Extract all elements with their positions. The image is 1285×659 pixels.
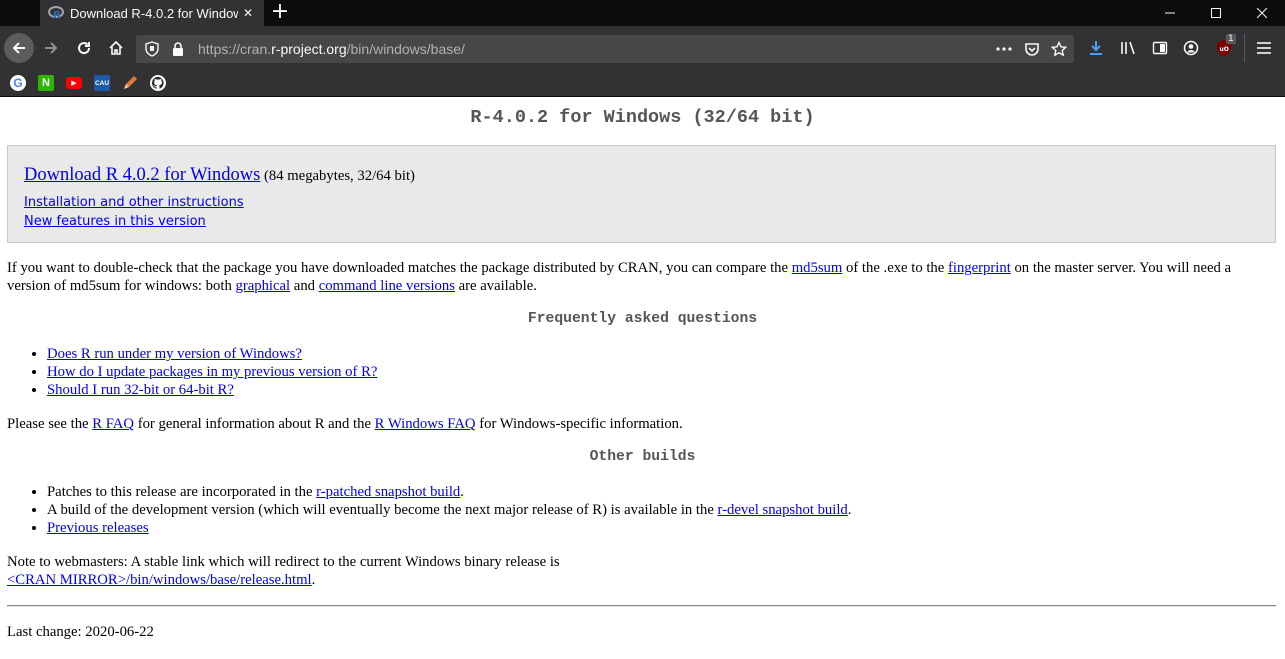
- forward-button[interactable]: [36, 33, 66, 63]
- hamburger-menu-icon[interactable]: [1254, 38, 1274, 58]
- release-html-link[interactable]: <CRAN MIRROR>/bin/windows/base/release.h…: [7, 572, 312, 588]
- library-icon[interactable]: [1118, 38, 1138, 58]
- close-window-icon[interactable]: [1239, 0, 1285, 26]
- download-r-link[interactable]: Download R 4.0.2 for Windows: [24, 165, 260, 185]
- close-tab-icon[interactable]: ✕: [240, 5, 256, 21]
- bookmark-star-icon[interactable]: [1049, 39, 1069, 59]
- url-bar[interactable]: https://cran.r-project.org/bin/windows/b…: [136, 35, 1074, 63]
- download-size-note: (84 megabytes, 32/64 bit): [260, 168, 415, 184]
- tab-bar: R Download R-4.0.2 for Windows ✕ +: [0, 0, 1285, 26]
- toolbar-separator: [1244, 34, 1245, 62]
- google-bookmark-label: G: [13, 76, 23, 90]
- svg-text:R: R: [53, 10, 61, 21]
- r-faq-link[interactable]: R FAQ: [92, 416, 134, 432]
- downloads-icon[interactable]: [1086, 38, 1106, 58]
- list-item: Does R run under my version of Windows?: [47, 345, 377, 363]
- navigation-toolbar: https://cran.r-project.org/bin/windows/b…: [0, 26, 1285, 70]
- horizontal-rule: [7, 605, 1276, 607]
- graphical-link[interactable]: graphical: [235, 278, 290, 294]
- r-logo-icon: R: [48, 5, 64, 21]
- md5-text-1: If you want to double-check that the pac…: [7, 260, 792, 276]
- tab-active[interactable]: R Download R-4.0.2 for Windows ✕: [40, 0, 264, 26]
- tab-title: Download R-4.0.2 for Windows: [70, 5, 238, 21]
- webmasters-text: Note to webmasters: A stable link which …: [7, 554, 560, 570]
- md5-text-2: of the .exe to the: [842, 260, 948, 276]
- minimize-icon[interactable]: [1147, 0, 1193, 26]
- url-text[interactable]: https://cran.r-project.org/bin/windows/b…: [198, 41, 465, 57]
- page-actions-icon[interactable]: [994, 39, 1014, 59]
- list-item: Should I run 32-bit or 64-bit R?: [47, 381, 377, 399]
- url-path: /bin/windows/base/: [346, 41, 465, 57]
- svg-text:uO: uO: [1220, 46, 1229, 53]
- faq-list: Does R run under my version of Windows? …: [47, 345, 377, 399]
- bookmarks-toolbar: G N ▶ CAU: [0, 70, 1285, 97]
- tracking-protection-shield-icon[interactable]: [142, 39, 162, 59]
- new-tab-icon[interactable]: +: [268, 1, 292, 25]
- faq-heading: Frequently asked questions: [527, 311, 758, 327]
- cau-bookmark-icon[interactable]: CAU: [94, 75, 110, 91]
- other-builds-heading: Other builds: [589, 449, 696, 465]
- reload-button[interactable]: [69, 33, 99, 63]
- github-bookmark-icon[interactable]: [150, 75, 166, 91]
- faq-32-64-bit-link[interactable]: Should I run 32-bit or 64-bit R?: [47, 382, 234, 398]
- back-button[interactable]: [4, 33, 34, 63]
- webmasters-note: Note to webmasters: A stable link which …: [7, 553, 1275, 589]
- reload-icon: [78, 42, 91, 55]
- pocket-icon[interactable]: [1022, 39, 1042, 59]
- extension-badge: 1: [1226, 34, 1236, 44]
- back-arrow-icon: [12, 42, 25, 54]
- see-also-text-2: for general information about R and the: [134, 416, 375, 432]
- md5-text-5: are available.: [454, 278, 537, 294]
- fingerprint-link[interactable]: fingerprint: [948, 260, 1011, 276]
- lock-icon[interactable]: [168, 39, 188, 59]
- url-host: r-project.org: [271, 41, 347, 57]
- maximize-icon[interactable]: [1193, 0, 1239, 26]
- devel-period: .: [847, 502, 852, 518]
- devel-text: A build of the development version (whic…: [47, 502, 718, 518]
- page-title: R-4.0.2 for Windows (32/64 bit): [470, 107, 815, 128]
- see-also-text-1: Please see the: [7, 416, 93, 432]
- md5-text-4: and: [290, 278, 319, 294]
- other-builds-list: Patches to this release are incorporated…: [47, 483, 851, 537]
- page-content: R-4.0.2 for Windows (32/64 bit) Download…: [0, 98, 1285, 659]
- faq-windows-version-link[interactable]: Does R run under my version of Windows?: [47, 346, 302, 362]
- download-line: Download R 4.0.2 for Windows (84 megabyt…: [24, 165, 415, 186]
- account-icon[interactable]: [1181, 38, 1201, 58]
- list-item: Previous releases: [47, 519, 851, 537]
- new-features-link[interactable]: New features in this version: [24, 214, 206, 229]
- youtube-bookmark-label: ▶: [71, 80, 77, 87]
- r-windows-faq-link[interactable]: R Windows FAQ: [375, 416, 476, 432]
- r-devel-snapshot-link[interactable]: r-devel snapshot build: [718, 502, 848, 518]
- list-item: A build of the development version (whic…: [47, 501, 851, 519]
- patched-text: Patches to this release are incorporated…: [47, 484, 317, 500]
- webmasters-period: .: [311, 572, 316, 588]
- home-button[interactable]: [101, 33, 131, 63]
- home-icon: [109, 40, 123, 55]
- naver-bookmark-icon[interactable]: N: [38, 75, 54, 91]
- see-also-text-3: for Windows-specific information.: [475, 416, 683, 432]
- naver-bookmark-label: N: [42, 77, 50, 89]
- see-also-paragraph: Please see the R FAQ for general informa…: [7, 415, 1275, 433]
- youtube-bookmark-icon[interactable]: ▶: [66, 77, 82, 89]
- list-item: Patches to this release are incorporated…: [47, 483, 851, 501]
- sidebar-icon[interactable]: [1150, 38, 1170, 58]
- list-item: How do I update packages in my previous …: [47, 363, 377, 381]
- previous-releases-link[interactable]: Previous releases: [47, 520, 149, 536]
- download-box: Download R 4.0.2 for Windows (84 megabyt…: [7, 145, 1276, 243]
- pencil-bookmark-icon[interactable]: [122, 75, 138, 91]
- md5-check-paragraph: If you want to double-check that the pac…: [7, 259, 1275, 295]
- installation-instructions-link[interactable]: Installation and other instructions: [24, 195, 244, 210]
- last-change: Last change: 2020-06-22: [7, 624, 154, 640]
- command-line-versions-link[interactable]: command line versions: [319, 278, 455, 294]
- forward-arrow-icon: [45, 42, 58, 54]
- faq-update-packages-link[interactable]: How do I update packages in my previous …: [47, 364, 377, 380]
- r-patched-snapshot-link[interactable]: r-patched snapshot build: [316, 484, 460, 500]
- patched-period: .: [460, 484, 464, 500]
- google-bookmark-icon[interactable]: G: [10, 75, 26, 91]
- cau-bookmark-label: CAU: [94, 79, 110, 87]
- md5sum-link[interactable]: md5sum: [792, 260, 843, 276]
- url-scheme: https://cran.: [198, 41, 272, 57]
